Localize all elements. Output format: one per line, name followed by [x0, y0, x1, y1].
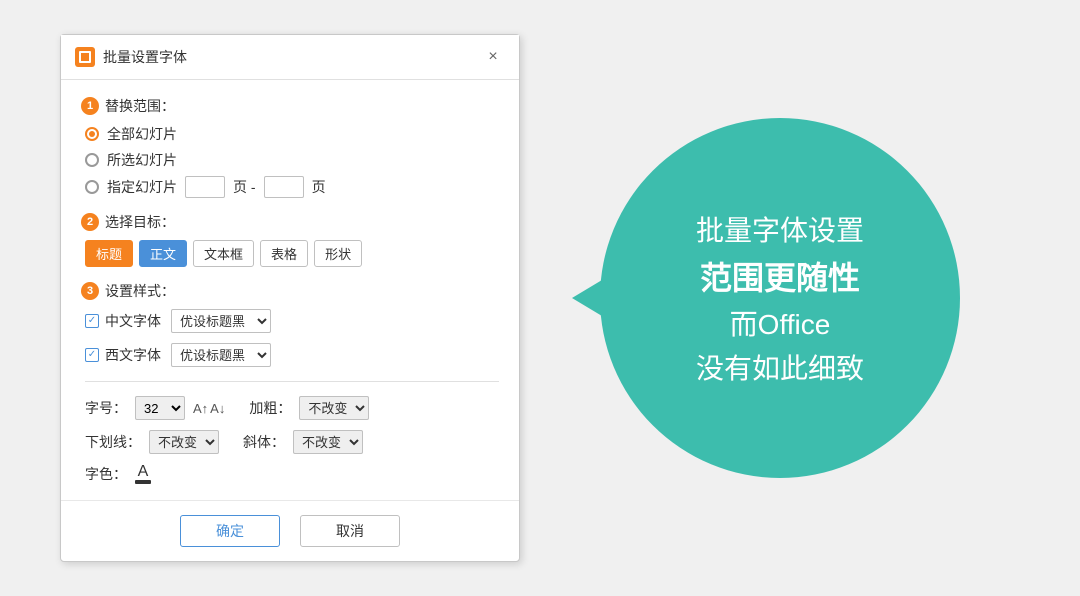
section-2-label: 选择目标： [105, 212, 175, 232]
section-3-label: 设置样式： [105, 281, 175, 301]
style-row-chinese: 中文字体 优设标题黑 [85, 309, 499, 333]
style-rows: 中文字体 优设标题黑 西文字体 优设标题黑 [81, 309, 499, 484]
radio-all-slides-circle[interactable] [85, 127, 99, 141]
speech-bubble: 批量字体设置 范围更随性 而Office 没有如此细致 [600, 118, 960, 478]
font-size-select[interactable]: 32 [135, 396, 185, 420]
chinese-font-checkbox[interactable] [85, 314, 99, 328]
chip-title[interactable]: 标题 [85, 240, 133, 267]
style-divider [85, 381, 499, 382]
bubble-line1: 批量字体设置 [696, 209, 864, 249]
radio-group-range: 全部幻灯片 所选幻灯片 指定幻灯片 页 - 页 [81, 124, 499, 198]
chinese-font-label: 中文字体 [105, 311, 161, 331]
chip-body[interactable]: 正文 [139, 240, 187, 267]
bubble-line2: 范围更随性 [700, 253, 860, 299]
radio-specified-slides[interactable]: 指定幻灯片 页 - 页 [85, 176, 499, 198]
bubble-line4: 没有如此细致 [696, 347, 864, 387]
chip-shape[interactable]: 形状 [314, 240, 362, 267]
close-button[interactable]: × [481, 45, 505, 69]
western-font-select[interactable]: 优设标题黑 [171, 343, 271, 367]
chip-table[interactable]: 表格 [260, 240, 308, 267]
western-font-label: 西文字体 [105, 345, 161, 365]
radio-selected-slides-circle[interactable] [85, 153, 99, 167]
dialog-body: 1 替换范围： 全部幻灯片 所选幻灯片 指定幻灯片 [61, 80, 519, 500]
radio-all-slides[interactable]: 全部幻灯片 [85, 124, 499, 144]
italic-label: 斜体： [243, 432, 285, 452]
dialog-titlebar: 批量设置字体 × [61, 35, 519, 80]
underline-select[interactable]: 不改变 [149, 430, 219, 454]
italic-select[interactable]: 不改变 [293, 430, 363, 454]
section-1-num: 1 [81, 97, 99, 115]
section-1-label: 替换范围： [105, 96, 175, 116]
underline-label: 下划线： [85, 432, 141, 452]
section-3-num: 3 [81, 282, 99, 300]
font-size-label: 字号： [85, 398, 127, 418]
bold-select[interactable]: 不改变 [299, 396, 369, 420]
section-select-target: 2 选择目标： 标题 正文 文本框 表格 形状 [81, 212, 499, 267]
radio-specified-slides-label: 指定幻灯片 [107, 177, 177, 197]
decrease-size-icon[interactable]: A↓ [210, 401, 225, 416]
dialog-footer: 确定 取消 [61, 500, 519, 561]
radio-selected-slides-label: 所选幻灯片 [107, 150, 177, 170]
app-icon [75, 47, 95, 67]
chinese-font-select[interactable]: 优设标题黑 [171, 309, 271, 333]
radio-specified-slides-circle[interactable] [85, 180, 99, 194]
page-from-input[interactable] [185, 176, 225, 198]
page-separator: 页 - [233, 177, 256, 197]
section-replace-range: 1 替换范围： 全部幻灯片 所选幻灯片 指定幻灯片 [81, 96, 499, 198]
cancel-button[interactable]: 取消 [300, 515, 400, 547]
chip-textbox[interactable]: 文本框 [193, 240, 254, 267]
color-letter: A [138, 464, 149, 480]
radio-selected-slides[interactable]: 所选幻灯片 [85, 150, 499, 170]
batch-font-dialog: 批量设置字体 × 1 替换范围： 全部幻灯片 所选幻 [60, 34, 520, 562]
color-bar [135, 480, 151, 484]
target-chips: 标题 正文 文本框 表格 形状 [81, 240, 499, 267]
bubble-line3: 而Office [730, 303, 831, 343]
style-row-western: 西文字体 优设标题黑 [85, 343, 499, 367]
size-icons: A↑ A↓ [193, 401, 225, 416]
font-size-row: 字号： 32 A↑ A↓ 加粗： 不改变 [85, 396, 499, 420]
underline-row: 下划线： 不改变 斜体： 不改变 [85, 430, 499, 454]
color-label: 字色： [85, 464, 127, 484]
section-3-header: 3 设置样式： [81, 281, 499, 301]
western-font-checkbox[interactable] [85, 348, 99, 362]
color-row: 字色： A [85, 464, 499, 484]
section-1-header: 1 替换范围： [81, 96, 499, 116]
dialog-title: 批量设置字体 [103, 47, 187, 67]
dialog-title-left: 批量设置字体 [75, 47, 187, 67]
page-suffix: 页 [312, 177, 326, 197]
western-font-checkbox-wrap[interactable]: 西文字体 [85, 345, 161, 365]
increase-size-icon[interactable]: A↑ [193, 401, 208, 416]
section-set-style: 3 设置样式： 中文字体 优设标题黑 [81, 281, 499, 484]
bubble-area: 批量字体设置 范围更随性 而Office 没有如此细致 [520, 118, 1020, 478]
bold-label: 加粗： [249, 398, 291, 418]
section-2-header: 2 选择目标： [81, 212, 499, 232]
app-icon-inner [79, 51, 91, 63]
confirm-button[interactable]: 确定 [180, 515, 280, 547]
section-2-num: 2 [81, 213, 99, 231]
radio-all-slides-label: 全部幻灯片 [107, 124, 177, 144]
chinese-font-checkbox-wrap[interactable]: 中文字体 [85, 311, 161, 331]
page-to-input[interactable] [264, 176, 304, 198]
color-icon[interactable]: A [135, 464, 151, 484]
